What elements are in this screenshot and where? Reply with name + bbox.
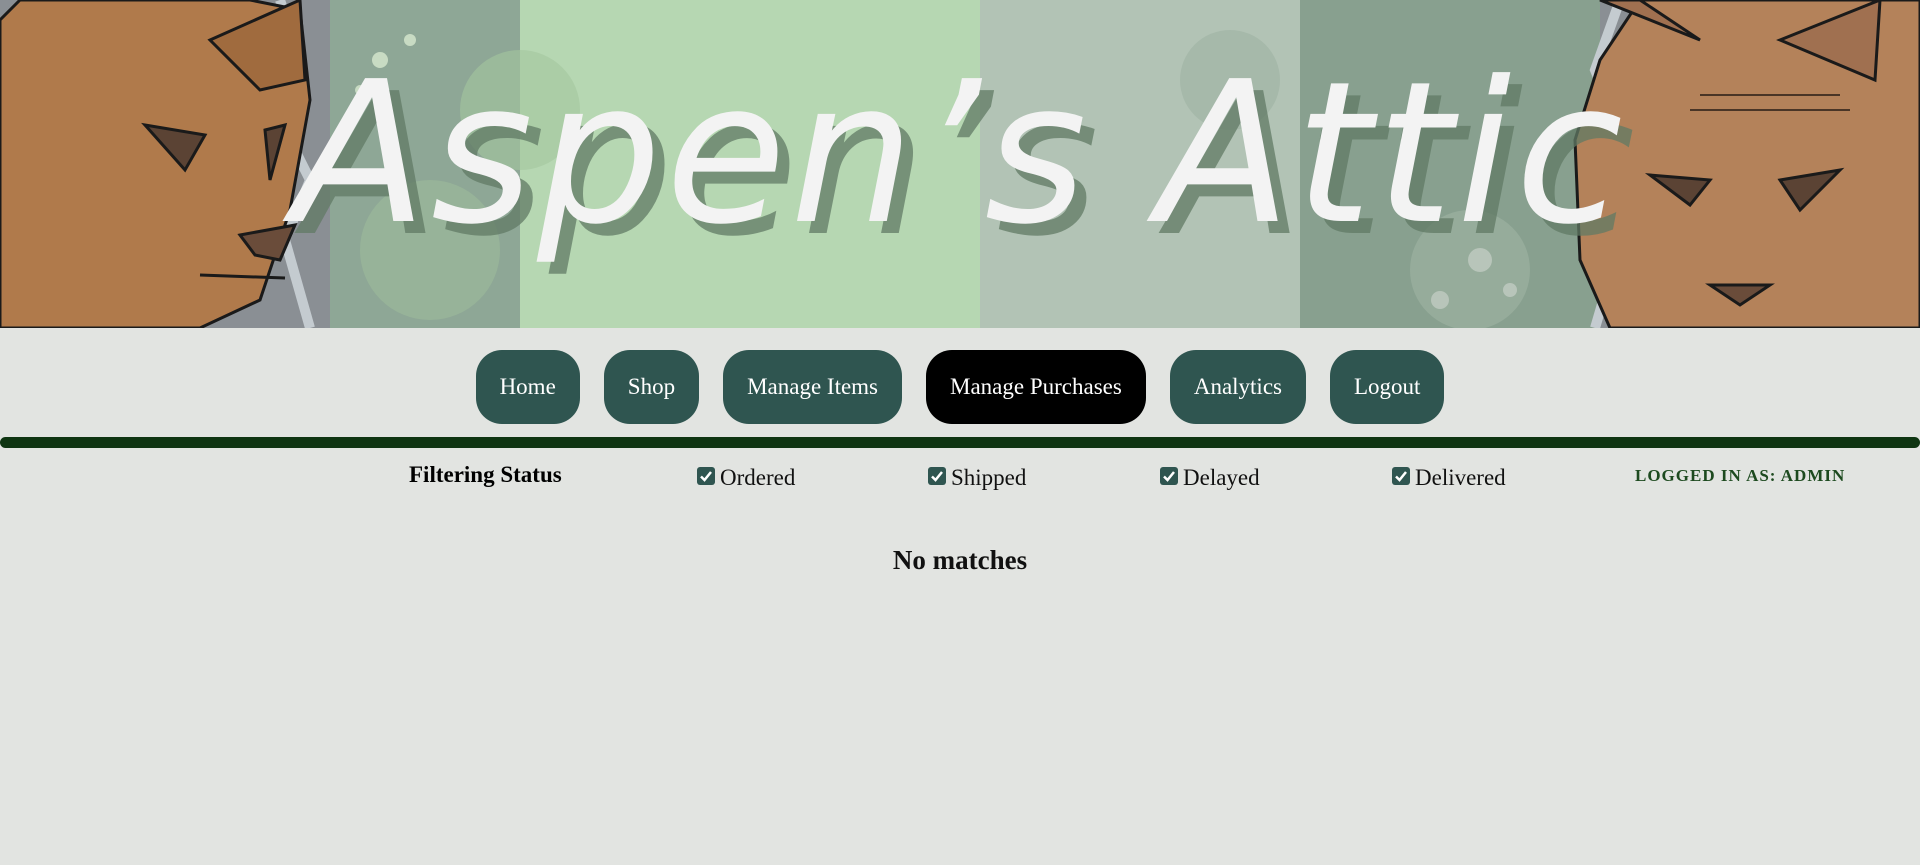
checkbox-checked-icon[interactable] <box>1160 467 1178 485</box>
logged-in-status: LOGGED IN AS: ADMIN <box>1635 466 1846 485</box>
header-divider <box>0 437 1920 448</box>
filter-status-heading: Filtering Status <box>409 462 562 487</box>
site-title: Aspen’s Attic <box>292 40 1628 268</box>
filter-delivered-option[interactable]: Delivered <box>1392 465 1506 491</box>
nav-manage-purchases-button[interactable]: Manage Purchases <box>926 350 1146 424</box>
nav-home-button[interactable]: Home <box>475 350 580 424</box>
nav-manage-items-button[interactable]: Manage Items <box>723 350 903 424</box>
filter-delayed-label: Delayed <box>1183 465 1260 490</box>
checkbox-checked-icon[interactable] <box>697 467 715 485</box>
filter-delayed-option[interactable]: Delayed <box>1160 465 1260 491</box>
filter-ordered-label: Ordered <box>720 465 796 490</box>
filter-ordered-option[interactable]: Ordered <box>697 465 795 491</box>
checkbox-checked-icon[interactable] <box>928 467 946 485</box>
nav-logout-button[interactable]: Logout <box>1329 350 1445 424</box>
nav-analytics-button[interactable]: Analytics <box>1169 350 1306 424</box>
nav-shop-button[interactable]: Shop <box>603 350 700 424</box>
filter-shipped-option[interactable]: Shipped <box>928 465 1026 491</box>
main-nav: Home Shop Manage Items Manage Purchases … <box>0 350 1920 424</box>
checkbox-checked-icon[interactable] <box>1392 467 1410 485</box>
empty-results-message: No matches <box>892 545 1028 575</box>
filter-shipped-label: Shipped <box>951 465 1027 490</box>
filter-delivered-label: Delivered <box>1415 465 1506 490</box>
site-banner: Aspen’s Attic <box>0 0 1920 328</box>
